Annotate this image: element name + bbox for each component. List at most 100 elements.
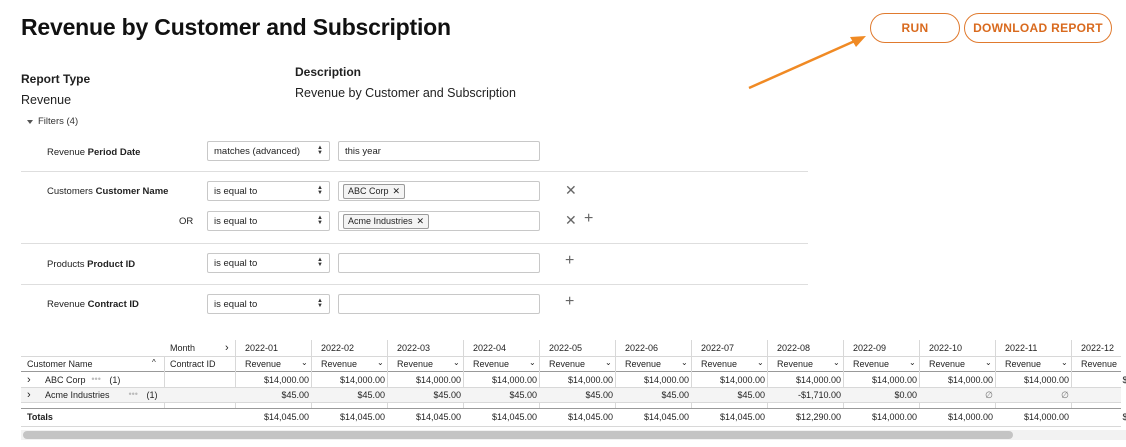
filter-value-input[interactable] [338, 253, 540, 273]
total-cell: $14,045.00 [491, 412, 537, 422]
more-icon[interactable]: ••• [91, 374, 100, 384]
chevron-down-icon[interactable]: ⌄ [833, 358, 840, 367]
month-header: 2022-09 [853, 343, 887, 353]
pivot-label: Month [170, 343, 196, 353]
column-header-contract[interactable]: Contract ID [170, 359, 216, 369]
month-header: 2022-05 [549, 343, 583, 353]
horizontal-scrollbar[interactable] [23, 431, 1013, 439]
row-divider [21, 426, 1121, 427]
filter-tag: Acme Industries ✕ [343, 213, 430, 229]
remove-tag-icon[interactable]: ✕ [417, 216, 425, 227]
month-header: 2022-01 [245, 343, 279, 353]
measure-header[interactable]: Revenue [853, 359, 889, 369]
chevron-down-icon[interactable]: ⌄ [605, 358, 612, 367]
revenue-cell: $14,000.00 [339, 375, 385, 385]
revenue-cell: $45.00 [357, 390, 385, 400]
filter-tag: ABC Corp ✕ [343, 183, 406, 199]
chevron-down-icon[interactable]: ⌄ [681, 358, 688, 367]
revenue-cell: $14,000.00 [719, 375, 765, 385]
totals-label: Totals [27, 412, 53, 422]
measure-header[interactable]: Revenue [701, 359, 737, 369]
column-header-customer[interactable]: Customer Name [27, 359, 93, 369]
revenue-cell: $45.00 [737, 390, 765, 400]
remove-filter-icon[interactable]: ✕ [565, 183, 577, 197]
month-header: 2022-04 [473, 343, 507, 353]
filter-value-input[interactable]: this year [338, 141, 540, 161]
row-divider [21, 408, 1121, 409]
add-filter-icon[interactable]: + [565, 294, 574, 310]
chevron-down-icon[interactable]: ⌄ [757, 358, 764, 367]
month-header: 2022-06 [625, 343, 659, 353]
month-header: 2022-12 [1081, 343, 1115, 353]
revenue-cell: ∅ [1061, 390, 1069, 400]
revenue-cell: $14,000.00 [491, 375, 537, 385]
measure-header[interactable]: Revenue [625, 359, 661, 369]
run-button[interactable]: RUN [870, 13, 960, 43]
results-table: Month › Customer Name ^ Contract ID 2022-01 Re… [21, 340, 1126, 440]
caret-down-icon [27, 119, 33, 124]
row-count: (1) [109, 375, 121, 385]
filter-value-input[interactable]: Acme Industries ✕ [338, 211, 540, 231]
chevron-down-icon[interactable]: ⌄ [985, 358, 992, 367]
total-cell: $14,045.00 [719, 412, 765, 422]
filter-value-input[interactable] [338, 294, 540, 314]
month-header: 2022-11 [1005, 343, 1038, 353]
filter-field-label: Revenue Period Date [47, 147, 141, 158]
revenue-cell: $14,000.00 [415, 375, 461, 385]
add-filter-icon[interactable]: + [565, 253, 574, 269]
measure-header[interactable]: Revenue [1005, 359, 1041, 369]
add-filter-icon[interactable]: + [584, 211, 593, 227]
chevron-down-icon[interactable]: ⌄ [453, 358, 460, 367]
chevron-down-icon[interactable]: ⌄ [909, 358, 916, 367]
chevron-down-icon[interactable]: ⌄ [1061, 358, 1068, 367]
revenue-cell: $45.00 [281, 390, 309, 400]
chevron-down-icon[interactable]: ⌄ [529, 358, 536, 367]
filter-operator-select[interactable]: is equal to ▲ ▼ [207, 294, 330, 314]
measure-header[interactable]: Revenue [473, 359, 509, 369]
remove-filter-icon[interactable]: ✕ [565, 213, 577, 227]
chevron-down-icon[interactable]: ⌄ [301, 358, 308, 367]
revenue-cell: $0.00 [894, 390, 917, 400]
expand-row-icon[interactable]: › [27, 374, 31, 386]
filter-operator-select[interactable]: is equal to ▲ ▼ [207, 253, 330, 273]
month-header: 2022-08 [777, 343, 811, 353]
filter-operator-select[interactable]: is equal to ▲ ▼ [207, 211, 330, 231]
chevron-down-icon[interactable]: ⌄ [377, 358, 384, 367]
measure-header[interactable]: Revenue [929, 359, 965, 369]
revenue-cell: -$1,710.00 [797, 390, 841, 400]
remove-tag-icon[interactable]: ✕ [393, 186, 401, 197]
updown-icon: ▲ ▼ [317, 215, 323, 226]
report-type-label: Report Type [21, 72, 91, 86]
total-cell: $14,000.00 [947, 412, 993, 422]
measure-header[interactable]: Revenue [777, 359, 813, 369]
pivot-arrow-icon[interactable]: › [225, 342, 229, 354]
row-divider [21, 402, 1121, 403]
filter-operator-select[interactable]: is equal to ▲ ▼ [207, 181, 330, 201]
revenue-cell: $14,000.00 [871, 375, 917, 385]
divider [21, 243, 808, 244]
measure-header[interactable]: Revenue [549, 359, 585, 369]
sort-caret-icon[interactable]: ^ [152, 358, 156, 367]
customer-name: Acme Industries [45, 390, 110, 400]
filters-toggle[interactable]: Filters (4) [27, 116, 78, 127]
revenue-cell: $45.00 [661, 390, 689, 400]
total-cell: $14,0 [1122, 412, 1126, 422]
filters-toggle-label: Filters (4) [38, 116, 79, 127]
revenue-cell: $45.00 [585, 390, 613, 400]
measure-header[interactable]: Revenue [245, 359, 281, 369]
filter-operator-select[interactable]: matches (advanced) ▲ ▼ [207, 141, 330, 161]
measure-header[interactable]: Revenue [1081, 359, 1117, 369]
total-cell: $14,000.00 [1023, 412, 1069, 422]
month-header: 2022-03 [397, 343, 431, 353]
download-report-button[interactable]: DOWNLOAD REPORT [964, 13, 1112, 43]
measure-header[interactable]: Revenue [397, 359, 433, 369]
filter-value-input[interactable]: ABC Corp ✕ [338, 181, 540, 201]
row-count: (1) [146, 390, 158, 400]
filter-field-label: Customers Customer Name [47, 186, 169, 197]
more-icon[interactable]: ••• [129, 389, 138, 399]
description-label: Description [295, 65, 362, 79]
expand-row-icon[interactable]: › [27, 389, 31, 401]
updown-icon: ▲ ▼ [317, 298, 323, 309]
filter-field-label: Revenue Contract ID [47, 299, 139, 310]
measure-header[interactable]: Revenue [321, 359, 357, 369]
